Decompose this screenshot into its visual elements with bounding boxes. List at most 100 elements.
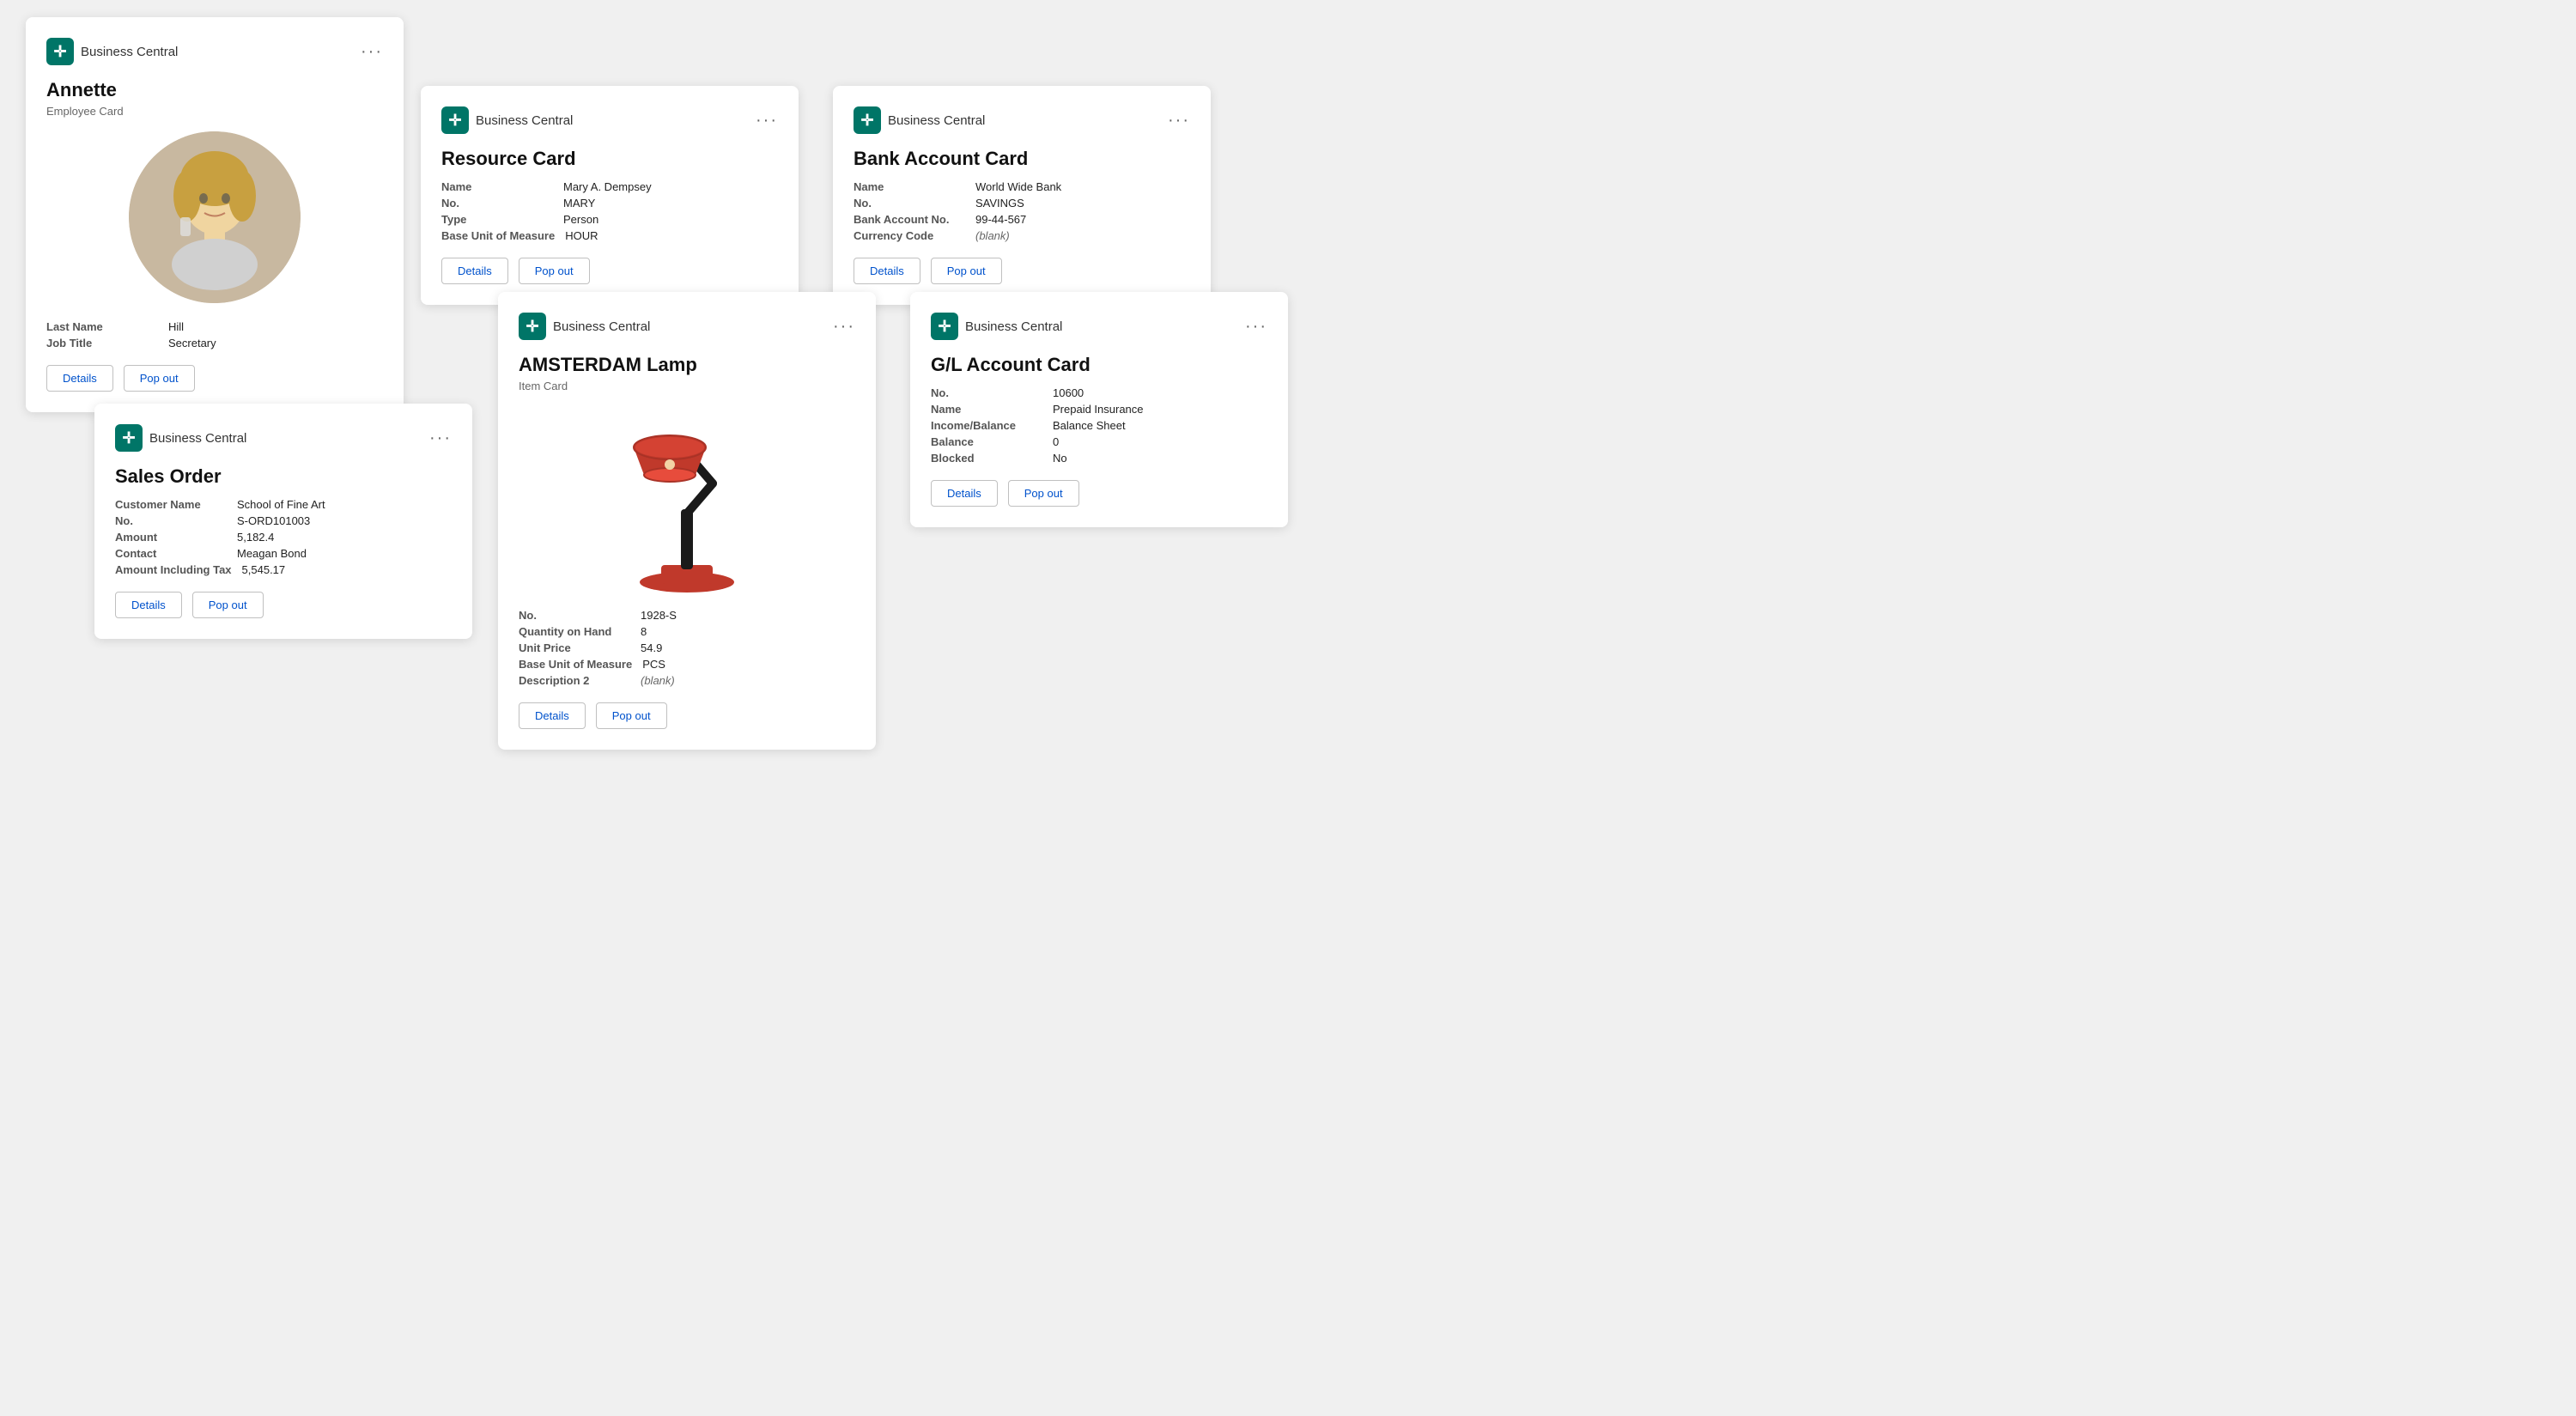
- sales-contact-row: Contact Meagan Bond: [115, 547, 452, 560]
- resource-name-row: Name Mary A. Dempsey: [441, 180, 778, 193]
- item-desc2-label: Description 2: [519, 674, 630, 687]
- bank-account-no-label: Bank Account No.: [854, 213, 965, 226]
- resource-app-name: Business Central: [476, 113, 573, 128]
- resource-bc-icon: ✛: [441, 106, 469, 134]
- resource-baseunit-row: Base Unit of Measure HOUR: [441, 229, 778, 242]
- item-bc-icon: ✛: [519, 313, 546, 340]
- bank-details-button[interactable]: Details: [854, 258, 920, 284]
- employee-header-left: ✛ Business Central: [46, 38, 178, 65]
- employee-menu-button[interactable]: ···: [361, 42, 383, 62]
- resource-menu-button[interactable]: ···: [756, 111, 778, 131]
- item-no-value: 1928-S: [641, 609, 677, 622]
- resource-no-row: No. MARY: [441, 197, 778, 210]
- employee-title: Annette: [46, 79, 383, 101]
- item-price-row: Unit Price 54.9: [519, 641, 855, 654]
- item-qty-row: Quantity on Hand 8: [519, 625, 855, 638]
- employee-subtitle: Employee Card: [46, 105, 383, 118]
- sales-order-card: ✛ Business Central ··· Sales Order Custo…: [94, 404, 472, 639]
- resource-card: ✛ Business Central ··· Resource Card Nam…: [421, 86, 799, 305]
- sales-amount-row: Amount 5,182.4: [115, 531, 452, 544]
- gl-name-label: Name: [931, 403, 1042, 416]
- gl-popout-button[interactable]: Pop out: [1008, 480, 1079, 507]
- item-menu-button[interactable]: ···: [833, 317, 855, 337]
- gl-income-label: Income/Balance: [931, 419, 1042, 432]
- employee-popout-button[interactable]: Pop out: [124, 365, 195, 392]
- item-price-value: 54.9: [641, 641, 662, 654]
- item-qty-label: Quantity on Hand: [519, 625, 630, 638]
- gl-balance-value: 0: [1053, 435, 1059, 448]
- gl-title: G/L Account Card: [931, 354, 1267, 376]
- avatar: [129, 131, 301, 303]
- bank-menu-button[interactable]: ···: [1168, 111, 1190, 131]
- gl-name-value: Prepaid Insurance: [1053, 403, 1144, 416]
- sales-order-details-button[interactable]: Details: [115, 592, 182, 618]
- resource-baseunit-value: HOUR: [565, 229, 598, 242]
- bank-bc-icon: ✛: [854, 106, 881, 134]
- item-baseunit-row: Base Unit of Measure PCS: [519, 658, 855, 671]
- item-subtitle: Item Card: [519, 380, 855, 392]
- gl-blocked-row: Blocked No: [931, 452, 1267, 465]
- sales-order-popout-button[interactable]: Pop out: [192, 592, 264, 618]
- resource-card-header: ✛ Business Central ···: [441, 106, 778, 134]
- gl-card-header: ✛ Business Central ···: [931, 313, 1267, 340]
- sales-tax-row: Amount Including Tax 5,545.17: [115, 563, 452, 576]
- item-details-button[interactable]: Details: [519, 702, 586, 729]
- sales-order-title: Sales Order: [115, 465, 452, 488]
- gl-name-row: Name Prepaid Insurance: [931, 403, 1267, 416]
- employee-jobtitle-value: Secretary: [168, 337, 216, 349]
- gl-no-value: 10600: [1053, 386, 1084, 399]
- sales-contact-label: Contact: [115, 547, 227, 560]
- resource-actions: Details Pop out: [441, 258, 778, 284]
- item-popout-button[interactable]: Pop out: [596, 702, 667, 729]
- employee-jobtitle-label: Job Title: [46, 337, 158, 349]
- resource-name-value: Mary A. Dempsey: [563, 180, 652, 193]
- gl-menu-button[interactable]: ···: [1245, 317, 1267, 337]
- item-header-left: ✛ Business Central: [519, 313, 650, 340]
- resource-title: Resource Card: [441, 148, 778, 170]
- gl-app-name: Business Central: [965, 319, 1062, 334]
- employee-details-button[interactable]: Details: [46, 365, 113, 392]
- resource-name-label: Name: [441, 180, 553, 193]
- employee-card: ✛ Business Central ··· Annette Employee …: [26, 17, 404, 412]
- item-title: AMSTERDAM Lamp: [519, 354, 855, 376]
- sales-order-card-header: ✛ Business Central ···: [115, 424, 452, 452]
- resource-type-row: Type Person: [441, 213, 778, 226]
- business-central-icon: ✛: [46, 38, 74, 65]
- sales-order-menu-button[interactable]: ···: [429, 428, 452, 448]
- sales-tax-label: Amount Including Tax: [115, 563, 232, 576]
- employee-app-name: Business Central: [81, 45, 178, 59]
- gl-actions: Details Pop out: [931, 480, 1267, 507]
- bank-account-card: ✛ Business Central ··· Bank Account Card…: [833, 86, 1211, 305]
- gl-account-card: ✛ Business Central ··· G/L Account Card …: [910, 292, 1288, 527]
- resource-header-left: ✛ Business Central: [441, 106, 573, 134]
- resource-details-button[interactable]: Details: [441, 258, 508, 284]
- sales-customer-label: Customer Name: [115, 498, 227, 511]
- item-no-row: No. 1928-S: [519, 609, 855, 622]
- item-card-header: ✛ Business Central ···: [519, 313, 855, 340]
- lamp-image: [519, 406, 855, 595]
- item-card: ✛ Business Central ··· AMSTERDAM Lamp It…: [498, 292, 876, 750]
- resource-type-value: Person: [563, 213, 598, 226]
- resource-popout-button[interactable]: Pop out: [519, 258, 590, 284]
- item-actions: Details Pop out: [519, 702, 855, 729]
- bank-app-name: Business Central: [888, 113, 985, 128]
- sales-tax-value: 5,545.17: [242, 563, 286, 576]
- gl-blocked-value: No: [1053, 452, 1067, 465]
- bank-card-header: ✛ Business Central ···: [854, 106, 1190, 134]
- resource-type-label: Type: [441, 213, 553, 226]
- employee-actions: Details Pop out: [46, 365, 383, 392]
- gl-blocked-label: Blocked: [931, 452, 1042, 465]
- item-baseunit-label: Base Unit of Measure: [519, 658, 632, 671]
- resource-no-label: No.: [441, 197, 553, 210]
- sales-order-app-name: Business Central: [149, 431, 246, 446]
- bank-popout-button[interactable]: Pop out: [931, 258, 1002, 284]
- gl-details-button[interactable]: Details: [931, 480, 998, 507]
- gl-bc-icon: ✛: [931, 313, 958, 340]
- bank-account-no-value: 99-44-567: [975, 213, 1026, 226]
- bank-no-value: SAVINGS: [975, 197, 1024, 210]
- gl-balance-label: Balance: [931, 435, 1042, 448]
- sales-order-actions: Details Pop out: [115, 592, 452, 618]
- employee-lastname-label: Last Name: [46, 320, 158, 333]
- bank-name-value: World Wide Bank: [975, 180, 1061, 193]
- gl-no-row: No. 10600: [931, 386, 1267, 399]
